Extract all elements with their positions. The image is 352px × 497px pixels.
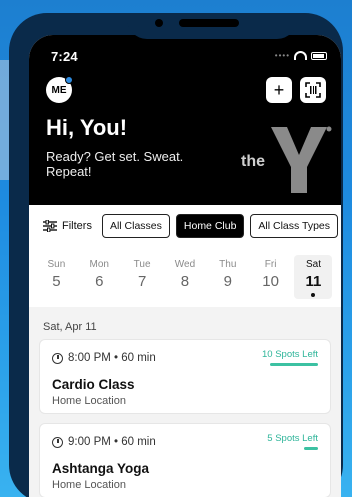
day-sat-selected[interactable]: Sat 11 <box>294 255 333 299</box>
wifi-icon <box>294 51 307 60</box>
day-label: Thu <box>219 259 237 270</box>
day-number: 11 <box>305 273 322 290</box>
selected-dot <box>311 293 316 297</box>
clock-icon <box>52 436 63 448</box>
greeting-subtitle: Ready? Get set. Sweat. Repeat! <box>46 149 184 179</box>
class-card[interactable]: 9:00 PM • 60 min 5 Spots Left Ashtanga Y… <box>39 423 331 497</box>
filters-button[interactable]: Filters <box>39 214 96 238</box>
avatar[interactable]: ME <box>46 76 73 103</box>
day-label: Fri <box>264 259 277 270</box>
battery-icon <box>311 51 327 60</box>
spots-bar <box>304 447 318 450</box>
class-name: Ashtanga Yoga <box>52 461 150 476</box>
speaker <box>179 19 239 27</box>
class-name: Cardio Class <box>52 377 135 392</box>
spots-left: 5 Spots Left <box>267 433 318 444</box>
day-number: 10 <box>262 273 279 290</box>
app-screen: 7:24 •••• ME + Hi, You! Ready? Get set. … <box>29 35 341 497</box>
add-button[interactable]: + <box>266 77 292 103</box>
chip-home-club[interactable]: Home Club <box>175 214 245 238</box>
date-header: Sat, Apr 11 <box>43 321 97 333</box>
status-icons: •••• <box>275 51 327 60</box>
day-label: Sun <box>47 259 66 270</box>
plus-icon: + <box>273 80 285 100</box>
notification-badge <box>65 76 73 84</box>
class-time: 9:00 PM • 60 min <box>52 436 156 448</box>
avatar-initials: ME <box>51 84 67 96</box>
spots-bar <box>270 363 318 366</box>
day-number: 9 <box>223 273 232 290</box>
filters-icon <box>43 220 57 232</box>
spots-left: 10 Spots Left <box>262 349 318 360</box>
phone-frame: 7:24 •••• ME + Hi, You! Ready? Get set. … <box>9 13 343 497</box>
class-location: Home Location <box>52 479 126 491</box>
day-sun[interactable]: Sun 5 <box>37 255 75 301</box>
day-wed[interactable]: Wed 8 <box>166 255 204 301</box>
day-selector: Sun 5 Mon 6 Tue 7 Wed 8 Thu 9 Fri 10 Sat 11 <box>29 255 341 301</box>
day-number: 7 <box>137 273 147 290</box>
class-location: Home Location <box>52 395 126 407</box>
day-thu[interactable]: Thu 9 <box>209 255 247 301</box>
class-time: 8:00 PM • 60 min <box>52 352 156 364</box>
logo-text: the <box>241 153 265 170</box>
class-time-text: 9:00 PM • 60 min <box>68 436 156 448</box>
class-list: Sat, Apr 11 8:00 PM • 60 min 10 Spots Le… <box>29 307 341 497</box>
filters-label: Filters <box>62 220 92 232</box>
camera <box>155 19 163 27</box>
day-fri[interactable]: Fri 10 <box>252 255 290 301</box>
status-time: 7:24 <box>51 49 78 64</box>
app-header: 7:24 •••• ME + Hi, You! Ready? Get set. … <box>29 35 341 205</box>
scan-button[interactable] <box>300 77 326 103</box>
phone-notch <box>127 13 297 39</box>
chip-all-class-types[interactable]: All Class Types <box>250 214 339 238</box>
day-tue[interactable]: Tue 7 <box>123 255 161 301</box>
day-mon[interactable]: Mon 6 <box>80 255 118 301</box>
clock-icon <box>52 352 63 364</box>
day-label: Mon <box>89 259 109 270</box>
day-number: 5 <box>52 273 61 290</box>
chip-all-classes[interactable]: All Classes <box>101 214 170 238</box>
signal-icon: •••• <box>274 51 290 60</box>
class-time-text: 8:00 PM • 60 min <box>68 352 156 364</box>
day-number: 8 <box>180 273 190 290</box>
day-number: 6 <box>95 273 104 290</box>
day-label: Sat <box>305 259 321 270</box>
class-card[interactable]: 8:00 PM • 60 min 10 Spots Left Cardio Cl… <box>39 339 331 414</box>
day-label: Wed <box>174 259 196 270</box>
greeting-title: Hi, You! <box>46 115 128 140</box>
day-label: Tue <box>133 259 151 270</box>
qr-scan-icon <box>305 82 321 98</box>
filter-bar: Filters All Classes Home Club All Class … <box>29 205 341 247</box>
